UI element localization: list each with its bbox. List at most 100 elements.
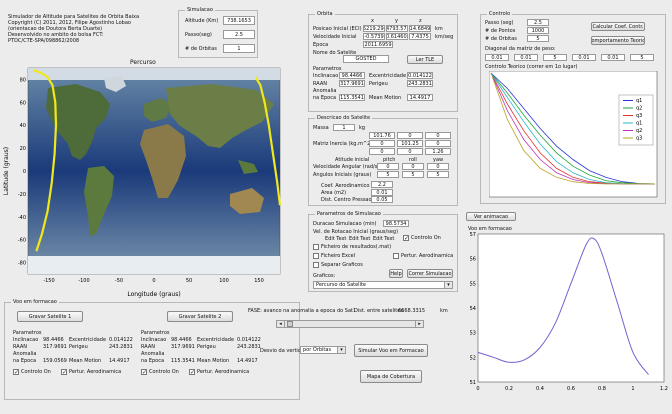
- vel-x-field[interactable]: -0.5739: [363, 33, 385, 40]
- diag-field-1[interactable]: 0.01: [485, 54, 509, 61]
- checkbox-empty-icon: [313, 253, 319, 259]
- mapa-cobertura-button[interactable]: Mapa de Cobertura: [360, 370, 422, 383]
- altitude-field[interactable]: 738.1653: [223, 16, 255, 25]
- help-button[interactable]: Help: [389, 269, 403, 278]
- map-ytick-label: -40: [18, 215, 26, 221]
- massa-field[interactable]: 1: [333, 124, 355, 131]
- inercia-cell[interactable]: 1.26: [425, 148, 451, 155]
- col-x-label: x: [371, 18, 374, 24]
- calcular-coef-button[interactable]: Calcular Coef. Contr.: [591, 22, 645, 31]
- inercia-cell[interactable]: 101.76: [369, 132, 395, 139]
- diag-field-2[interactable]: 0.01: [514, 54, 538, 61]
- sat2-perturb-label: Pertur. Aerodinamica: [197, 369, 250, 375]
- voo-ytick-label: 57: [470, 232, 476, 238]
- separar-graficos-label: Separar Graficos: [321, 262, 363, 268]
- controlo-on-checkbox[interactable]: ✓ Controlo On: [403, 235, 441, 242]
- passo-field[interactable]: 2.5: [223, 30, 255, 39]
- inercia-cell[interactable]: 0: [369, 140, 395, 147]
- inercia-cell[interactable]: 0: [425, 132, 451, 139]
- vel-y-field[interactable]: -0.614605: [386, 33, 408, 40]
- area-field[interactable]: 0.01: [371, 189, 393, 196]
- controlo-on-label: Controlo On: [411, 235, 441, 241]
- fase-label: FASE: avanco na anomalia a epoca do Sat1: [248, 308, 357, 314]
- satellite-name-field[interactable]: GOSTED: [343, 55, 389, 63]
- anomalia-label-2: na Epoca: [313, 95, 337, 101]
- angulo-roll[interactable]: 5: [402, 171, 424, 178]
- desvio-select[interactable]: por Orbitas ▾: [300, 346, 346, 354]
- orbitas-label: # de Orbitas: [185, 46, 217, 52]
- slider-right-arrow-icon[interactable]: ▸: [415, 321, 423, 327]
- ficheiro-excel-checkbox[interactable]: Ficheiro Excel: [313, 253, 355, 259]
- sat1-controlo-on-label: Controlo On: [21, 369, 51, 375]
- sat1-perturb-checkbox[interactable]: ✓ Pertur. Aerodinamica: [61, 369, 121, 376]
- slider-left-arrow-icon[interactable]: ◂: [277, 321, 285, 327]
- inercia-cell[interactable]: 0: [425, 140, 451, 147]
- sat2-controlo-on-checkbox[interactable]: ✓ Controlo On: [141, 369, 179, 376]
- edit-text-3[interactable]: Edit Text: [373, 236, 394, 242]
- ler-tle-button[interactable]: Ler TLE: [407, 55, 443, 64]
- separar-graficos-checkbox[interactable]: Separar Graficos: [313, 262, 363, 268]
- inercia-cell[interactable]: 0: [369, 148, 395, 155]
- sat2-mean-motion-label: Mean Motion: [197, 358, 230, 364]
- controlo-passo-field[interactable]: 2.5: [527, 19, 549, 26]
- mean-motion-field[interactable]: 14.4917: [407, 94, 433, 101]
- pos-z-field[interactable]: 14.6849: [409, 25, 431, 32]
- sat2-perturb-checkbox[interactable]: ✓ Pertur. Aerodinamica: [189, 369, 250, 376]
- sat1-controlo-on-checkbox[interactable]: ✓ Controlo On: [13, 369, 51, 376]
- diag-field-6[interactable]: 5: [630, 54, 654, 61]
- vel-ang-yaw[interactable]: 0: [427, 163, 449, 170]
- raan-label: RAAN: [313, 81, 327, 87]
- voo-xtick-label: 0.8: [598, 386, 606, 392]
- controlo-orbitas-field[interactable]: 5: [527, 35, 549, 42]
- fase-slider[interactable]: ◂ ▸: [276, 320, 424, 328]
- perturb-checkbox[interactable]: Pertur. Aerodinamica: [393, 253, 453, 259]
- dist-sat-unit: km: [440, 308, 448, 314]
- gravar-satelite-1-button[interactable]: Gravar Satelite 1: [17, 311, 83, 322]
- diag-field-4[interactable]: 0.01: [572, 54, 596, 61]
- anomalia-label: Anomalia: [313, 88, 337, 94]
- vel-z-field[interactable]: 7.4375: [409, 33, 431, 40]
- checkbox-empty-icon: [393, 253, 399, 259]
- inercia-cell[interactable]: 0: [397, 148, 423, 155]
- ver-animacao-button[interactable]: Ver animacao: [466, 212, 516, 221]
- vel-ang-pitch[interactable]: 0: [377, 163, 399, 170]
- parametros-sim-title: Parametros de Simulacao: [315, 211, 383, 217]
- angulo-pitch[interactable]: 5: [377, 171, 399, 178]
- pos-x-field[interactable]: -5219.294: [363, 25, 385, 32]
- duracao-field[interactable]: 98.5734: [383, 220, 409, 227]
- correr-simulacao-button[interactable]: Correr Simulacao: [407, 269, 453, 278]
- slider-thumb[interactable]: [287, 321, 293, 327]
- inercia-cell[interactable]: 101.25: [397, 140, 423, 147]
- voo-panel: Voo em formacao Gravar Satelite 1 Gravar…: [4, 299, 300, 400]
- graficos-select[interactable]: Percurso do Satelite ▾: [313, 281, 453, 289]
- voo-xtick-label: 1.2: [660, 386, 668, 392]
- coef-field[interactable]: 2.2: [371, 181, 393, 188]
- comportamento-teorico-button[interactable]: Comportamento Teorico: [591, 36, 645, 45]
- sat1-inclinacao-label: Inclinacao: [13, 337, 39, 343]
- perturb-label: Pertur. Aerodinamica: [401, 253, 454, 259]
- simular-voo-button[interactable]: Simular Voo em Formacao: [354, 344, 428, 357]
- ficheiro-resultados-checkbox[interactable]: Ficheiro de resultados(.mat): [313, 244, 391, 250]
- diag-field-5[interactable]: 0.01: [601, 54, 625, 61]
- vel-ang-roll[interactable]: 0: [402, 163, 424, 170]
- duracao-label: Duracao Simulacao (min): [313, 221, 377, 227]
- inercia-cell[interactable]: 0: [397, 132, 423, 139]
- pos-y-field[interactable]: -4793.577: [386, 25, 408, 32]
- edit-text-2[interactable]: Edit Text: [349, 236, 370, 242]
- anomalia-field[interactable]: 115.3541: [339, 94, 365, 101]
- gravar-satelite-2-button[interactable]: Gravar Satelite 2: [167, 311, 233, 322]
- controlo-pontos-field[interactable]: 1000: [527, 27, 549, 34]
- dist-field[interactable]: 0.05: [371, 196, 393, 203]
- angulo-yaw[interactable]: 5: [427, 171, 449, 178]
- edit-text-1[interactable]: Edit Text: [325, 236, 346, 242]
- map-ylabel: Latitude (graus): [3, 147, 10, 195]
- sat2-raan-label: RAAN: [141, 344, 155, 350]
- perigeu-field[interactable]: 243.2831: [407, 80, 433, 87]
- inclinacao-field[interactable]: 98.4466: [339, 72, 365, 79]
- vel-label: Velocidade Inicial: [313, 34, 357, 40]
- raan-field[interactable]: 317.9691: [339, 80, 365, 87]
- excentricidade-field[interactable]: 0.014122: [407, 72, 433, 79]
- diag-field-3[interactable]: 5: [543, 54, 567, 61]
- epoca-field[interactable]: 2011.6959: [363, 41, 393, 48]
- orbitas-field[interactable]: 1: [223, 44, 255, 53]
